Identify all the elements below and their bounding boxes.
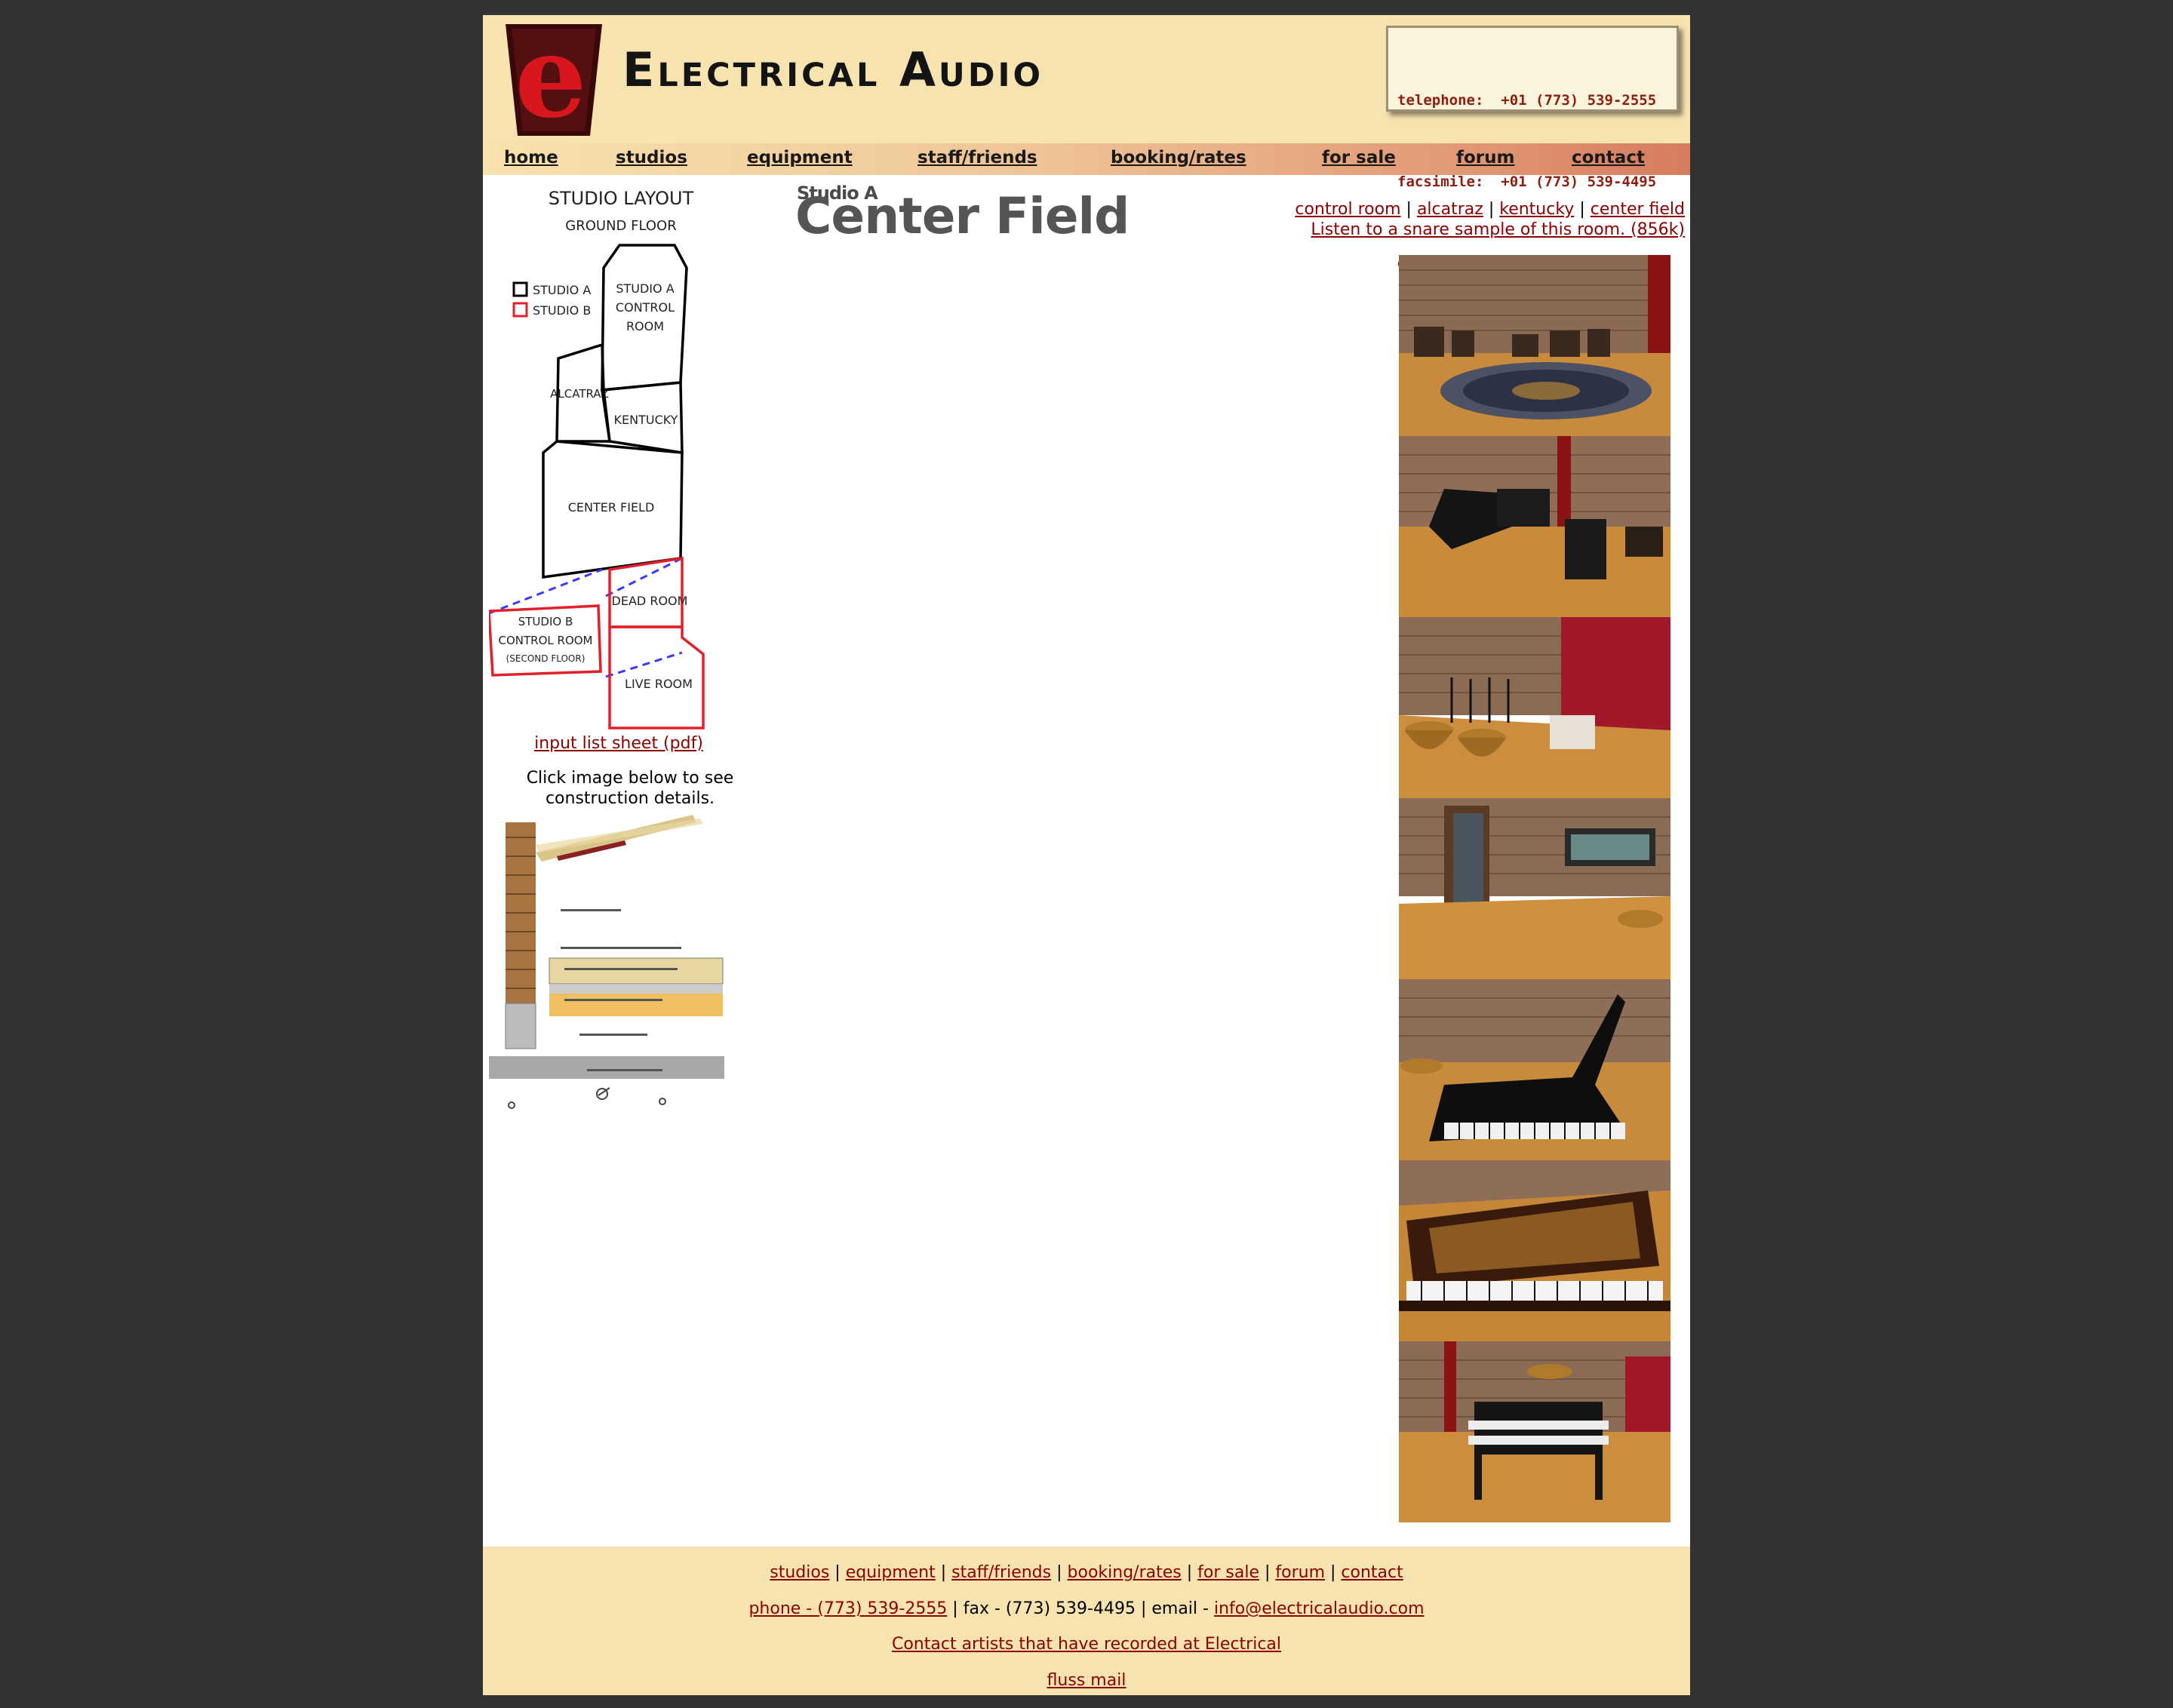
contact-box: telephone: +01 (773) 539-2555 facsimile:… bbox=[1386, 26, 1679, 272]
separator: | bbox=[1488, 200, 1495, 219]
snare-sample-link[interactable]: Listen to a snare sample of this room. (… bbox=[1295, 220, 1685, 240]
room-photo[interactable] bbox=[1399, 1341, 1670, 1522]
construction-note: Click image below to see construction de… bbox=[526, 769, 734, 808]
site-name: Electrical Audio bbox=[622, 42, 1044, 97]
footer-fluss-mail-link[interactable]: fluss mail bbox=[1047, 1671, 1126, 1690]
room-label-control-b-2: CONTROL ROOM bbox=[499, 634, 593, 647]
nav-contact[interactable]: contact bbox=[1572, 148, 1645, 167]
room-photos bbox=[1399, 255, 1670, 1522]
room-photo[interactable] bbox=[1399, 255, 1670, 436]
room-label-center-field: CENTER FIELD bbox=[568, 500, 655, 515]
room-label-live-room: LIVE ROOM bbox=[625, 677, 693, 691]
footer-link-for-sale[interactable]: for sale bbox=[1197, 1563, 1259, 1582]
room-studio-a-control[interactable] bbox=[601, 244, 688, 392]
page: e Electrical Audio telephone: +01 (773) … bbox=[483, 15, 1690, 1695]
layout-subtitle: GROUND FLOOR bbox=[565, 218, 676, 234]
room-label-alcatraz: ALCATRAZ bbox=[550, 387, 609, 401]
room-photo[interactable] bbox=[1399, 798, 1670, 979]
room-label-control-a: STUDIO A bbox=[616, 281, 674, 296]
footer-phone-link[interactable]: phone - (773) 539-2555 bbox=[748, 1599, 947, 1618]
room-label-kentucky: KENTUCKY bbox=[614, 413, 678, 427]
footer-link-forum[interactable]: forum bbox=[1275, 1563, 1325, 1582]
room-label-control-b: STUDIO B bbox=[518, 615, 573, 628]
studio-layout-map[interactable]: STUDIO LAYOUT GROUND FLOOR STUDIO A STUD… bbox=[489, 177, 738, 736]
input-list-pdf-link[interactable]: input list sheet (pdf) bbox=[483, 734, 755, 753]
room-label-control-a-2: CONTROL bbox=[616, 300, 675, 315]
footer-artists-row: Contact artists that have recorded at El… bbox=[483, 1635, 1690, 1654]
nav-forum[interactable]: forum bbox=[1456, 148, 1515, 167]
nav-staff-friends[interactable]: staff/friends bbox=[917, 148, 1037, 167]
footer-link-contact[interactable]: contact bbox=[1341, 1563, 1403, 1582]
room-links-row: control room | alcatraz | kentucky | cen… bbox=[1295, 199, 1685, 220]
link-center-field[interactable]: center field bbox=[1591, 200, 1685, 219]
room-links: control room | alcatraz | kentucky | cen… bbox=[1295, 199, 1685, 240]
link-alcatraz[interactable]: alcatraz bbox=[1417, 200, 1483, 219]
nav-home[interactable]: home bbox=[504, 148, 558, 167]
room-label-control-a-3: ROOM bbox=[626, 319, 664, 333]
room-photo[interactable] bbox=[1399, 617, 1670, 798]
page-title: Center Field bbox=[795, 187, 1130, 245]
room-label-dead-room: DEAD ROOM bbox=[612, 594, 688, 608]
layout-title: STUDIO LAYOUT bbox=[549, 188, 694, 209]
room-label-control-b-3: (SECOND FLOOR) bbox=[506, 653, 586, 664]
header: e Electrical Audio telephone: +01 (773) … bbox=[483, 15, 1690, 272]
nav-booking-rates[interactable]: booking/rates bbox=[1111, 148, 1246, 167]
telephone-line: telephone: +01 (773) 539-2555 bbox=[1397, 92, 1657, 109]
nav-equipment[interactable]: equipment bbox=[747, 148, 853, 167]
room-photo[interactable] bbox=[1399, 979, 1670, 1160]
logo-icon[interactable]: e bbox=[506, 24, 602, 136]
footer-link-booking-rates[interactable]: booking/rates bbox=[1068, 1563, 1182, 1582]
footer-link-staff-friends[interactable]: staff/friends bbox=[951, 1563, 1051, 1582]
construction-details-image[interactable] bbox=[489, 815, 724, 1128]
footer-link-equipment[interactable]: equipment bbox=[846, 1563, 936, 1582]
legend-studio-b: STUDIO B bbox=[533, 303, 591, 318]
room-photo[interactable] bbox=[1399, 1160, 1670, 1341]
room-dead-room[interactable] bbox=[608, 556, 684, 628]
link-control-room[interactable]: control room bbox=[1295, 200, 1400, 219]
room-photo[interactable] bbox=[1399, 436, 1670, 617]
svg-text:e: e bbox=[515, 24, 586, 136]
main-nav: home studios equipment staff/friends boo… bbox=[483, 143, 1690, 175]
footer-fluss-row: fluss mail bbox=[483, 1671, 1690, 1690]
footer-link-studios[interactable]: studios bbox=[770, 1563, 829, 1582]
nav-for-sale[interactable]: for sale bbox=[1322, 148, 1396, 167]
footer-contact: phone - (773) 539-2555 | fax - (773) 539… bbox=[483, 1599, 1690, 1618]
legend-studio-a: STUDIO A bbox=[533, 283, 591, 297]
separator: | bbox=[1579, 200, 1585, 219]
footer-nav: studios | equipment | staff/friends | bo… bbox=[770, 1563, 1403, 1582]
nav-studios[interactable]: studios bbox=[616, 148, 687, 167]
footer-email-link[interactable]: info@electricalaudio.com bbox=[1214, 1599, 1425, 1618]
footer: studios | equipment | staff/friends | bo… bbox=[483, 1547, 1690, 1695]
link-kentucky[interactable]: kentucky bbox=[1499, 200, 1574, 219]
separator: | bbox=[1406, 200, 1412, 219]
footer-fax-text: | fax - (773) 539-4495 | email - bbox=[947, 1599, 1214, 1618]
footer-artists-link[interactable]: Contact artists that have recorded at El… bbox=[892, 1635, 1281, 1654]
